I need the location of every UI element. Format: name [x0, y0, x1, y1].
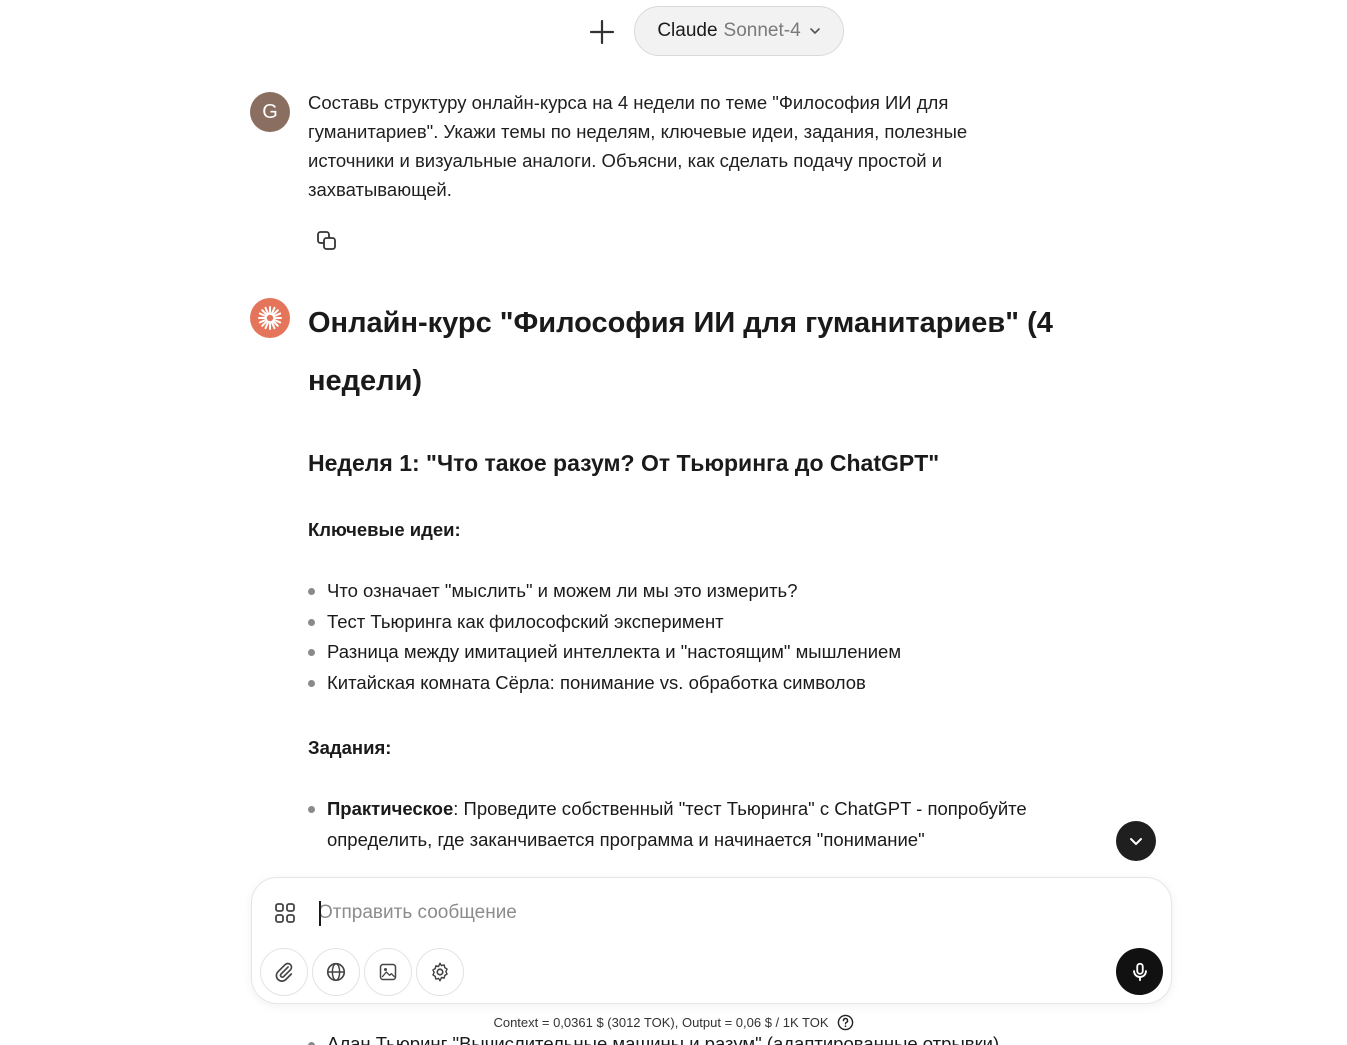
chat-page: Claude Sonnet-4 G Составь структуру онла…	[0, 0, 1347, 1045]
message-composer	[251, 877, 1172, 1004]
text-caret	[319, 901, 321, 926]
chevron-down-icon	[809, 28, 820, 34]
cost-note-text: Context = 0,0361 $ (3012 TOK), Output = …	[493, 1015, 829, 1030]
model-selector[interactable]: Claude Sonnet-4	[634, 6, 844, 56]
claude-spark-icon	[258, 306, 282, 330]
voice-input-button[interactable]	[1116, 948, 1163, 995]
task-type: Практическое	[327, 798, 454, 819]
message-input[interactable]	[318, 896, 1118, 930]
paperclip-icon	[275, 962, 293, 982]
model-brand: Claude	[657, 20, 718, 41]
settings-button[interactable]	[416, 948, 464, 996]
list-item: Тест Тьюринга как философский эксперимен…	[308, 607, 1068, 638]
cost-info: Context = 0,0361 $ (3012 TOK), Output = …	[0, 1014, 1347, 1031]
user-avatar-letter: G	[262, 100, 278, 123]
assistant-avatar	[250, 298, 290, 338]
image-icon	[379, 963, 397, 981]
web-search-button[interactable]	[312, 948, 360, 996]
list-item: Практическое: Проведите собственный "тес…	[308, 794, 1068, 855]
image-button[interactable]	[364, 948, 412, 996]
apps-grid-icon[interactable]	[274, 902, 296, 924]
microphone-icon	[1132, 962, 1147, 981]
list-item: Разница между имитацией интеллекта и "на…	[308, 637, 1068, 668]
help-icon[interactable]	[837, 1014, 854, 1031]
attach-button[interactable]	[260, 948, 308, 996]
list-item: Что означает "мыслить" и можем ли мы это…	[308, 576, 1068, 607]
tasks-heading: Задания:	[308, 737, 392, 758]
copy-icon[interactable]	[315, 229, 339, 253]
chevron-down-icon	[1130, 838, 1142, 845]
model-name: Sonnet-4	[723, 20, 801, 41]
plus-icon[interactable]	[588, 18, 616, 46]
key-ideas-heading: Ключевые идеи:	[308, 519, 461, 540]
user-message-text: Составь структуру онлайн-курса на 4 неде…	[308, 92, 968, 200]
tasks-list: Практическое: Проведите собственный "тес…	[308, 794, 1068, 855]
user-avatar: G	[250, 92, 290, 132]
list-item: Китайская комната Сёрла: понимание vs. о…	[308, 668, 1068, 699]
key-ideas-list: Что означает "мыслить" и можем ли мы это…	[308, 576, 1068, 698]
assistant-message: Онлайн-курс "Философия ИИ для гуманитари…	[308, 294, 1068, 855]
gear-icon	[432, 962, 448, 982]
top-bar: Claude Sonnet-4	[0, 6, 1347, 56]
globe-icon	[326, 962, 346, 982]
week1-title: Неделя 1: "Что такое разум? От Тьюринга …	[308, 450, 940, 476]
list-item: Алан Тьюринг "Вычислительные машины и ра…	[308, 1030, 999, 1045]
scroll-down-button[interactable]	[1116, 821, 1156, 861]
answer-title: Онлайн-курс "Философия ИИ для гуманитари…	[308, 307, 1053, 397]
